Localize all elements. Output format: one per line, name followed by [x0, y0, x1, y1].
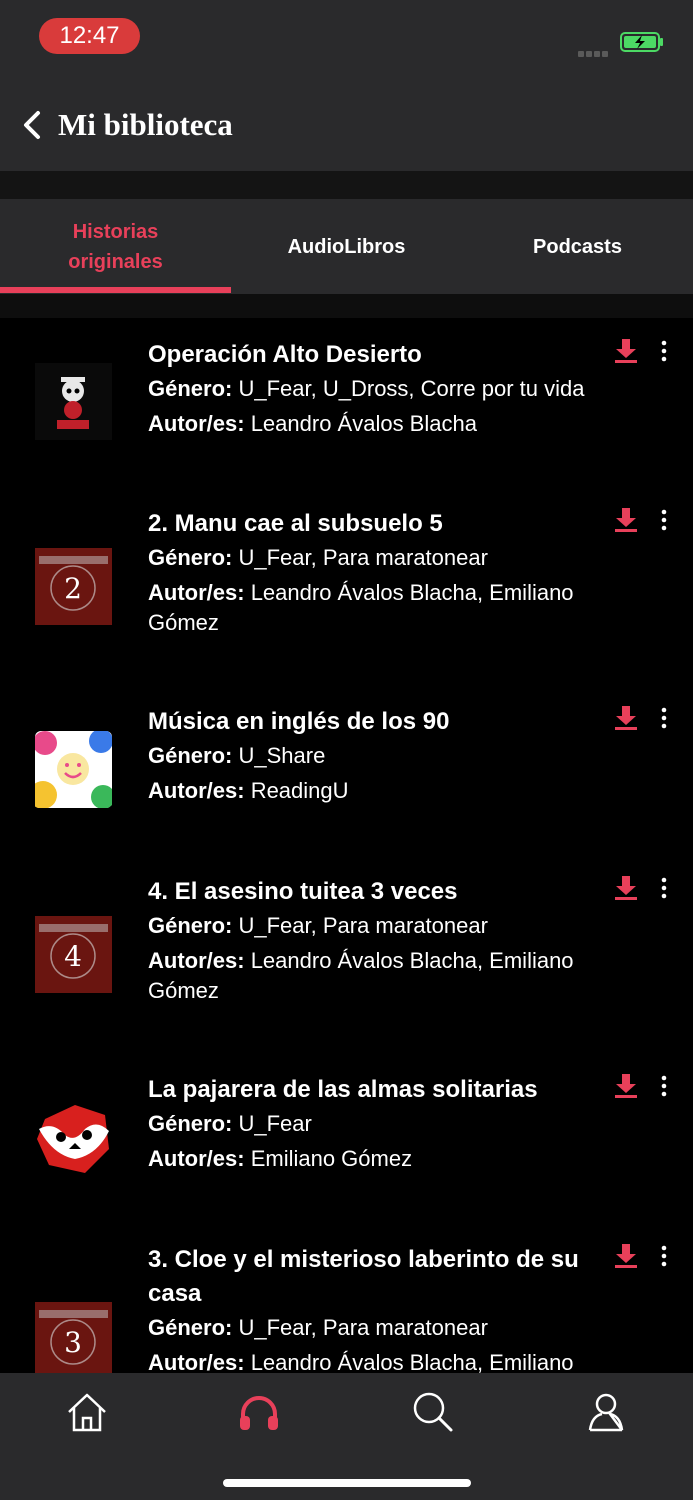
tab-podcasts[interactable]: Podcasts: [462, 199, 693, 294]
home-indicator: [223, 1479, 471, 1487]
cover-image: 3: [35, 1302, 112, 1373]
more-options-icon[interactable]: [660, 877, 668, 899]
chevron-left-icon[interactable]: [20, 110, 44, 140]
more-options-icon[interactable]: [660, 340, 668, 362]
cover-badge: 2: [64, 572, 82, 605]
more-options-icon[interactable]: [660, 707, 668, 729]
status-time: 12:47: [39, 18, 140, 54]
profile-icon[interactable]: [584, 1390, 628, 1434]
item-genre: Género: U_Fear, Para maratonear: [148, 545, 488, 570]
cover-image: [35, 363, 112, 440]
tab-audiolibros[interactable]: AudioLibros: [231, 199, 462, 294]
home-icon[interactable]: [65, 1390, 109, 1434]
download-icon[interactable]: [614, 338, 638, 364]
item-genre: Género: U_Fear, Para maratonear: [148, 1315, 488, 1340]
library-list: Operación Alto Desierto Género: U_Fear, …: [0, 318, 693, 1373]
download-icon[interactable]: [614, 705, 638, 731]
battery-charging-icon: [620, 32, 663, 52]
item-title: 3. Cloe y el misterioso laberinto de su …: [148, 1246, 579, 1307]
item-authors: Autor/es: Leandro Ávalos Blacha, Emilian…: [148, 948, 574, 1003]
cover-badge: 3: [64, 1326, 82, 1359]
cover-image: 4: [35, 916, 112, 993]
list-item[interactable]: 2 2. Manu cae al subsuelo 5 Género: U_Fe…: [0, 488, 693, 686]
item-authors: Autor/es: Emiliano Gómez: [148, 1146, 413, 1171]
cover-badge: 4: [64, 940, 82, 973]
item-genre: Género: U_Fear, Para maratonear: [148, 913, 488, 938]
cover-image: 2: [35, 548, 112, 625]
item-genre: Género: U_Share: [148, 743, 326, 768]
item-authors: Autor/es: Leandro Ávalos Blacha, Emilian…: [148, 580, 574, 635]
signal-icon: [578, 44, 612, 57]
header-divider: [0, 171, 693, 199]
more-options-icon[interactable]: [660, 509, 668, 531]
more-options-icon[interactable]: [660, 1075, 668, 1097]
cover-image: [35, 1099, 112, 1176]
list-item[interactable]: Operación Alto Desierto Género: U_Fear, …: [0, 318, 693, 488]
tab-historias-originales[interactable]: Historias originales: [0, 199, 231, 294]
status-bar: 12:47: [0, 0, 693, 80]
download-icon[interactable]: [614, 875, 638, 901]
item-authors: Autor/es: Leandro Ávalos Blacha, Emilian…: [148, 1350, 574, 1373]
item-authors: Autor/es: ReadingU: [148, 778, 349, 803]
list-item[interactable]: 3 3. Cloe y el misterioso laberinto de s…: [0, 1224, 693, 1373]
cover-image: [35, 731, 112, 808]
more-options-icon[interactable]: [660, 1245, 668, 1267]
item-title: La pajarera de las almas solitarias: [148, 1076, 538, 1103]
item-authors: Autor/es: Leandro Ávalos Blacha: [148, 411, 477, 436]
list-item[interactable]: La pajarera de las almas solitarias Géne…: [0, 1054, 693, 1224]
download-icon[interactable]: [614, 1073, 638, 1099]
item-title: 4. El asesino tuitea 3 veces: [148, 878, 458, 905]
item-title: 2. Manu cae al subsuelo 5: [148, 510, 443, 537]
download-icon[interactable]: [614, 1243, 638, 1269]
tab-bar: Historias originales AudioLibros Podcast…: [0, 199, 693, 294]
item-title: Música en inglés de los 90: [148, 708, 450, 735]
item-genre: Género: U_Fear, U_Dross, Corre por tu vi…: [148, 376, 585, 401]
headphones-icon[interactable]: [237, 1390, 281, 1434]
item-title: Operación Alto Desierto: [148, 341, 422, 368]
list-item[interactable]: 4 4. El asesino tuitea 3 veces Género: U…: [0, 856, 693, 1054]
item-genre: Género: U_Fear: [148, 1111, 312, 1136]
page-title: Mi biblioteca: [58, 107, 233, 142]
search-icon[interactable]: [411, 1390, 455, 1434]
tab-divider: [0, 294, 693, 318]
list-item[interactable]: Música en inglés de los 90 Género: U_Sha…: [0, 686, 693, 856]
download-icon[interactable]: [614, 507, 638, 533]
